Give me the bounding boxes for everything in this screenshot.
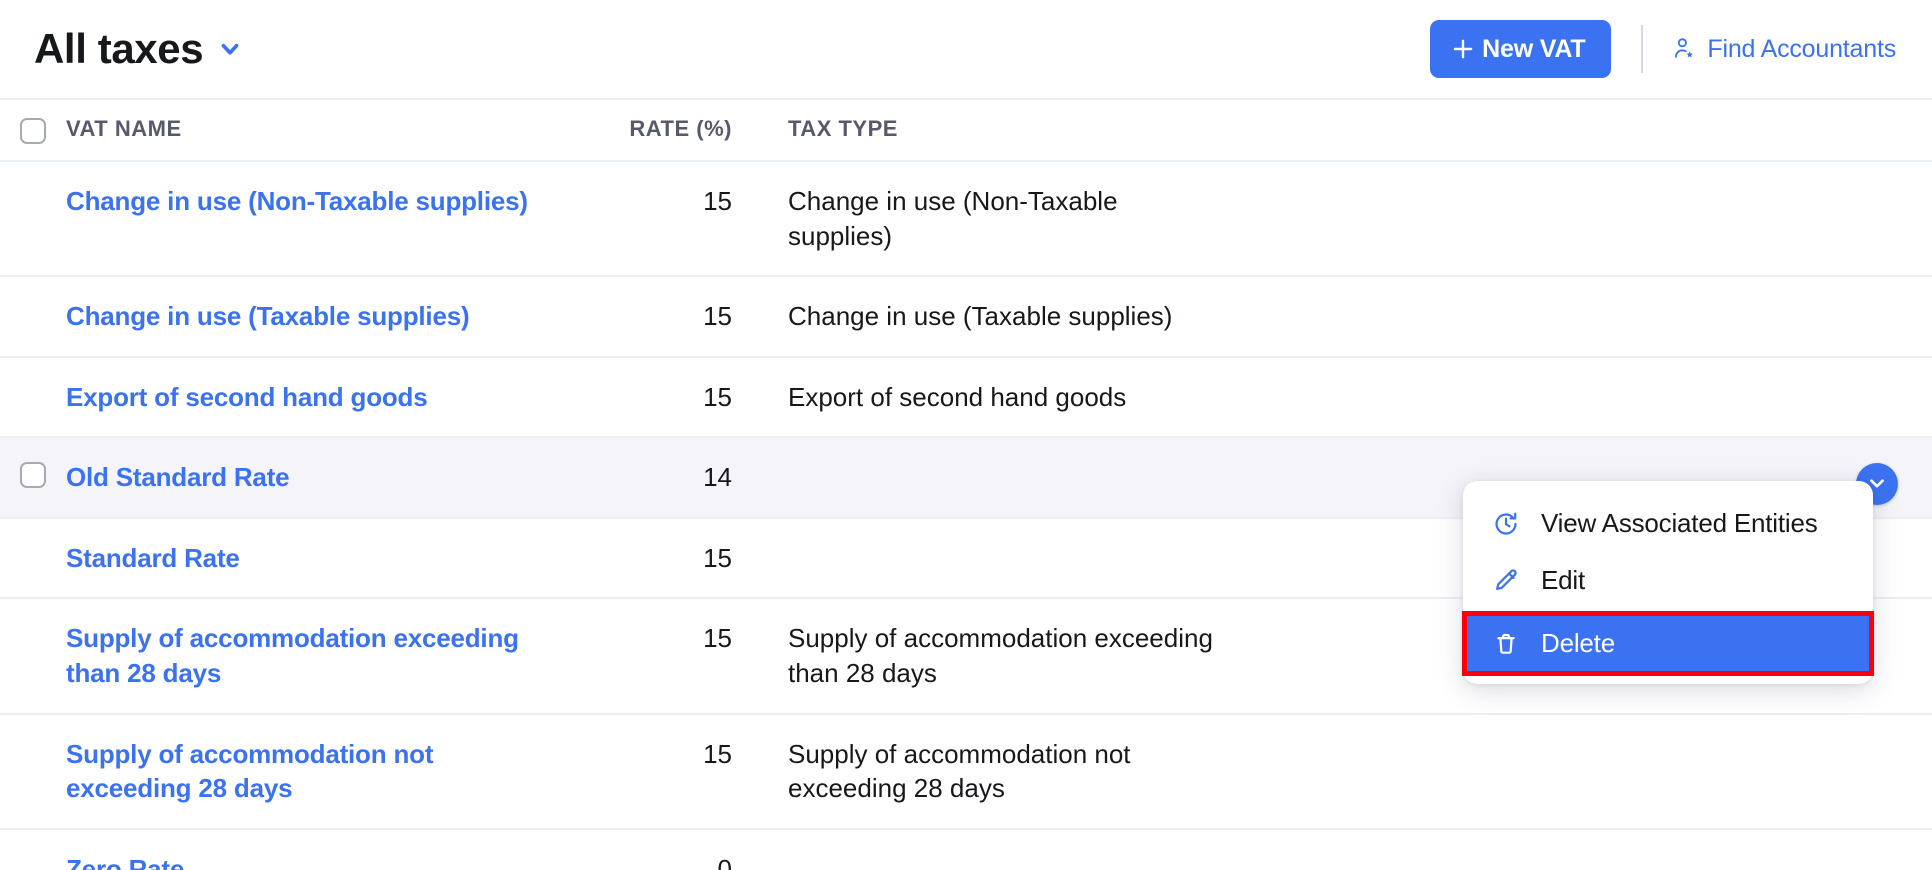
menu-item-label: View Associated Entities xyxy=(1541,508,1818,539)
page-title: All taxes xyxy=(34,28,203,70)
vat-name-cell: Zero Rate xyxy=(66,852,574,870)
trash-icon xyxy=(1491,629,1521,659)
tax-type-cell: Supply of accommodation not exceeding 28… xyxy=(734,737,1254,806)
rate-cell: 15 xyxy=(574,541,734,576)
page-title-group[interactable]: All taxes xyxy=(34,28,243,70)
row-select-cell xyxy=(0,299,66,327)
vat-name-link[interactable]: Change in use (Non-Taxable supplies) xyxy=(66,184,528,219)
header-divider xyxy=(1641,25,1643,73)
page-header: All taxes New VAT xyxy=(0,0,1932,98)
table-row[interactable]: Change in use (Non-Taxable supplies) 15 … xyxy=(0,162,1932,277)
rate-cell: 15 xyxy=(574,380,734,415)
row-select-cell xyxy=(0,184,66,212)
rate-cell: 14 xyxy=(574,460,734,495)
menu-item-view-associated-entities[interactable]: View Associated Entities xyxy=(1463,495,1873,552)
vat-name-link[interactable]: Zero Rate xyxy=(66,852,184,870)
column-header-vat-name[interactable]: VAT NAME xyxy=(66,116,574,142)
rate-cell: 15 xyxy=(574,737,734,772)
table-row[interactable]: Supply of accommodation not exceeding 28… xyxy=(0,715,1932,830)
rate-cell: 0 xyxy=(574,852,734,870)
tax-type-cell: Change in use (Taxable supplies) xyxy=(734,299,1254,334)
row-select-cell xyxy=(0,852,66,870)
taxes-page: All taxes New VAT xyxy=(0,0,1932,870)
find-accountants-label: Find Accountants xyxy=(1707,35,1896,64)
vat-name-cell: Supply of accommodation not exceeding 28… xyxy=(66,737,574,806)
rate-cell: 15 xyxy=(574,184,734,219)
chevron-down-icon[interactable] xyxy=(217,36,243,62)
row-select-cell xyxy=(0,737,66,765)
vat-name-link[interactable]: Old Standard Rate xyxy=(66,460,289,495)
row-context-menu: View Associated Entities Edit Delete xyxy=(1463,481,1873,684)
plus-icon xyxy=(1450,36,1476,62)
rate-cell: 15 xyxy=(574,621,734,656)
table-row[interactable]: Export of second hand goods 15 Export of… xyxy=(0,358,1932,439)
tax-type-cell: Export of second hand goods xyxy=(734,380,1254,415)
vat-name-cell: Supply of accommodation exceeding than 2… xyxy=(66,621,574,690)
select-all-checkbox[interactable] xyxy=(20,118,46,144)
rate-cell: 15 xyxy=(574,299,734,334)
vat-name-cell: Change in use (Non-Taxable supplies) xyxy=(66,184,574,219)
vat-name-link[interactable]: Supply of accommodation not exceeding 28… xyxy=(66,737,554,806)
header-actions: New VAT Find Accountants xyxy=(1430,20,1896,78)
menu-item-label: Edit xyxy=(1541,565,1585,596)
row-select-cell xyxy=(0,541,66,569)
new-vat-button[interactable]: New VAT xyxy=(1430,20,1611,78)
history-clock-icon xyxy=(1491,509,1521,539)
row-select-cell xyxy=(0,380,66,408)
menu-item-label: Delete xyxy=(1541,628,1615,659)
row-select-cell xyxy=(0,460,66,488)
tax-type-cell: Supply of accommodation exceeding than 2… xyxy=(734,621,1254,690)
vat-name-link[interactable]: Export of second hand goods xyxy=(66,380,428,415)
table-row[interactable]: Zero Rate 0 xyxy=(0,830,1932,870)
tax-type-cell: Change in use (Non-Taxable supplies) xyxy=(734,184,1254,253)
new-vat-label: New VAT xyxy=(1482,35,1585,64)
vat-name-link[interactable]: Supply of accommodation exceeding than 2… xyxy=(66,621,554,690)
row-checkbox[interactable] xyxy=(20,462,46,488)
row-select-cell xyxy=(0,621,66,649)
person-star-icon xyxy=(1671,36,1697,62)
vat-name-link[interactable]: Change in use (Taxable supplies) xyxy=(66,299,469,334)
menu-item-delete[interactable]: Delete xyxy=(1466,615,1870,672)
menu-item-edit[interactable]: Edit xyxy=(1463,552,1873,609)
pencil-icon xyxy=(1491,566,1521,596)
table-row[interactable]: Change in use (Taxable supplies) 15 Chan… xyxy=(0,277,1932,358)
vat-name-link[interactable]: Standard Rate xyxy=(66,541,240,576)
vat-name-cell: Old Standard Rate xyxy=(66,460,574,495)
vat-name-cell: Change in use (Taxable supplies) xyxy=(66,299,574,334)
column-header-rate[interactable]: RATE (%) xyxy=(574,116,734,142)
find-accountants-link[interactable]: Find Accountants xyxy=(1671,35,1896,64)
vat-name-cell: Export of second hand goods xyxy=(66,380,574,415)
select-all-cell xyxy=(0,116,66,144)
vat-name-cell: Standard Rate xyxy=(66,541,574,576)
column-header-tax-type[interactable]: TAX TYPE xyxy=(734,116,1254,142)
table-header-row: VAT NAME RATE (%) TAX TYPE xyxy=(0,100,1932,162)
